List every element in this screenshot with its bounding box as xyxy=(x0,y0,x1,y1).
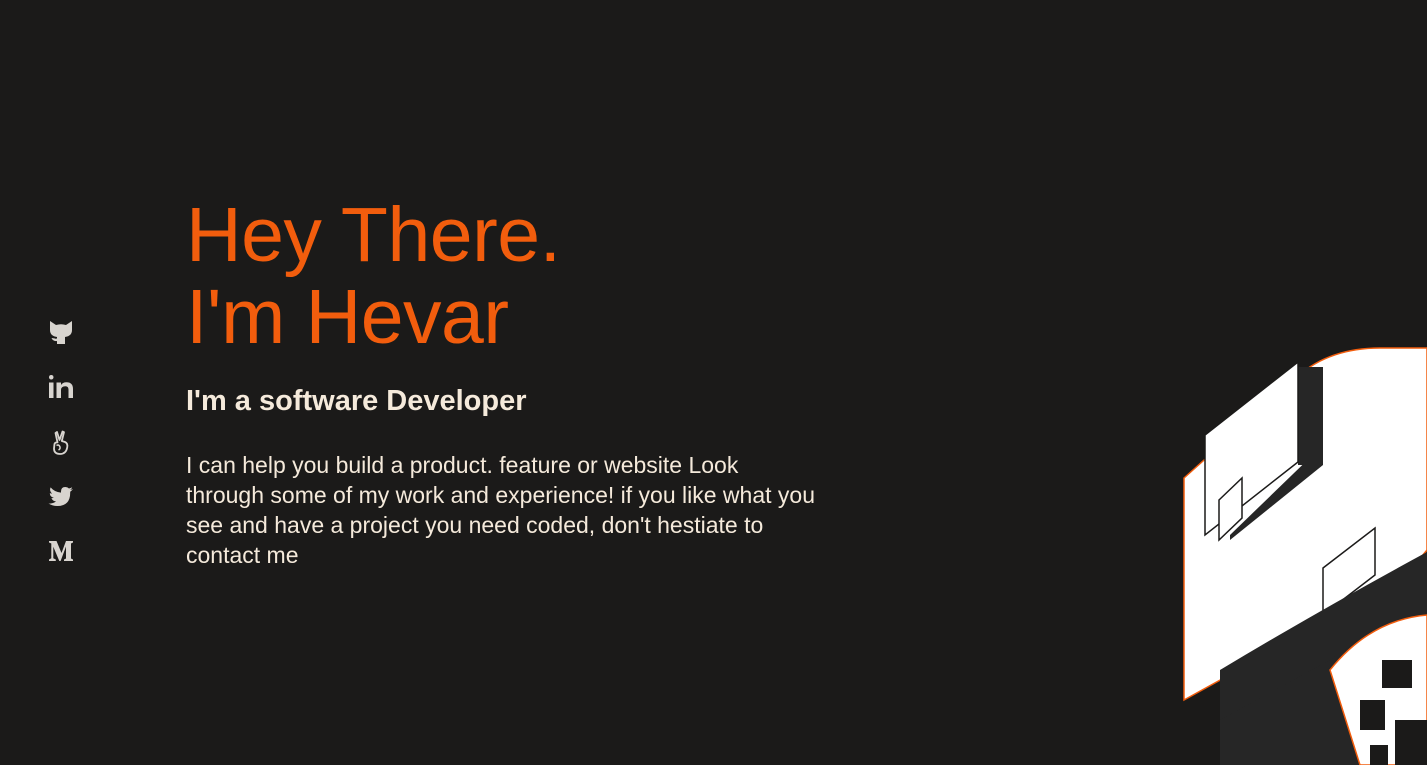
decorative-illustration xyxy=(1170,340,1427,765)
hero-greeting: Hey There. I'm Hevar xyxy=(186,194,836,358)
github-icon[interactable] xyxy=(47,318,75,346)
greeting-line-1: Hey There. xyxy=(186,192,561,278)
hero-subtitle: I'm a software Developer xyxy=(186,385,527,417)
hero-description: I can help you build a product. feature … xyxy=(186,452,815,568)
greeting-line-2: I'm Hevar xyxy=(186,274,509,360)
hero-section: Hey There. I'm Hevar I'm a software Deve… xyxy=(186,194,836,570)
angellist-icon[interactable] xyxy=(47,429,75,457)
medium-icon[interactable] xyxy=(47,537,75,565)
twitter-icon[interactable] xyxy=(47,483,75,511)
linkedin-icon[interactable] xyxy=(47,373,75,401)
